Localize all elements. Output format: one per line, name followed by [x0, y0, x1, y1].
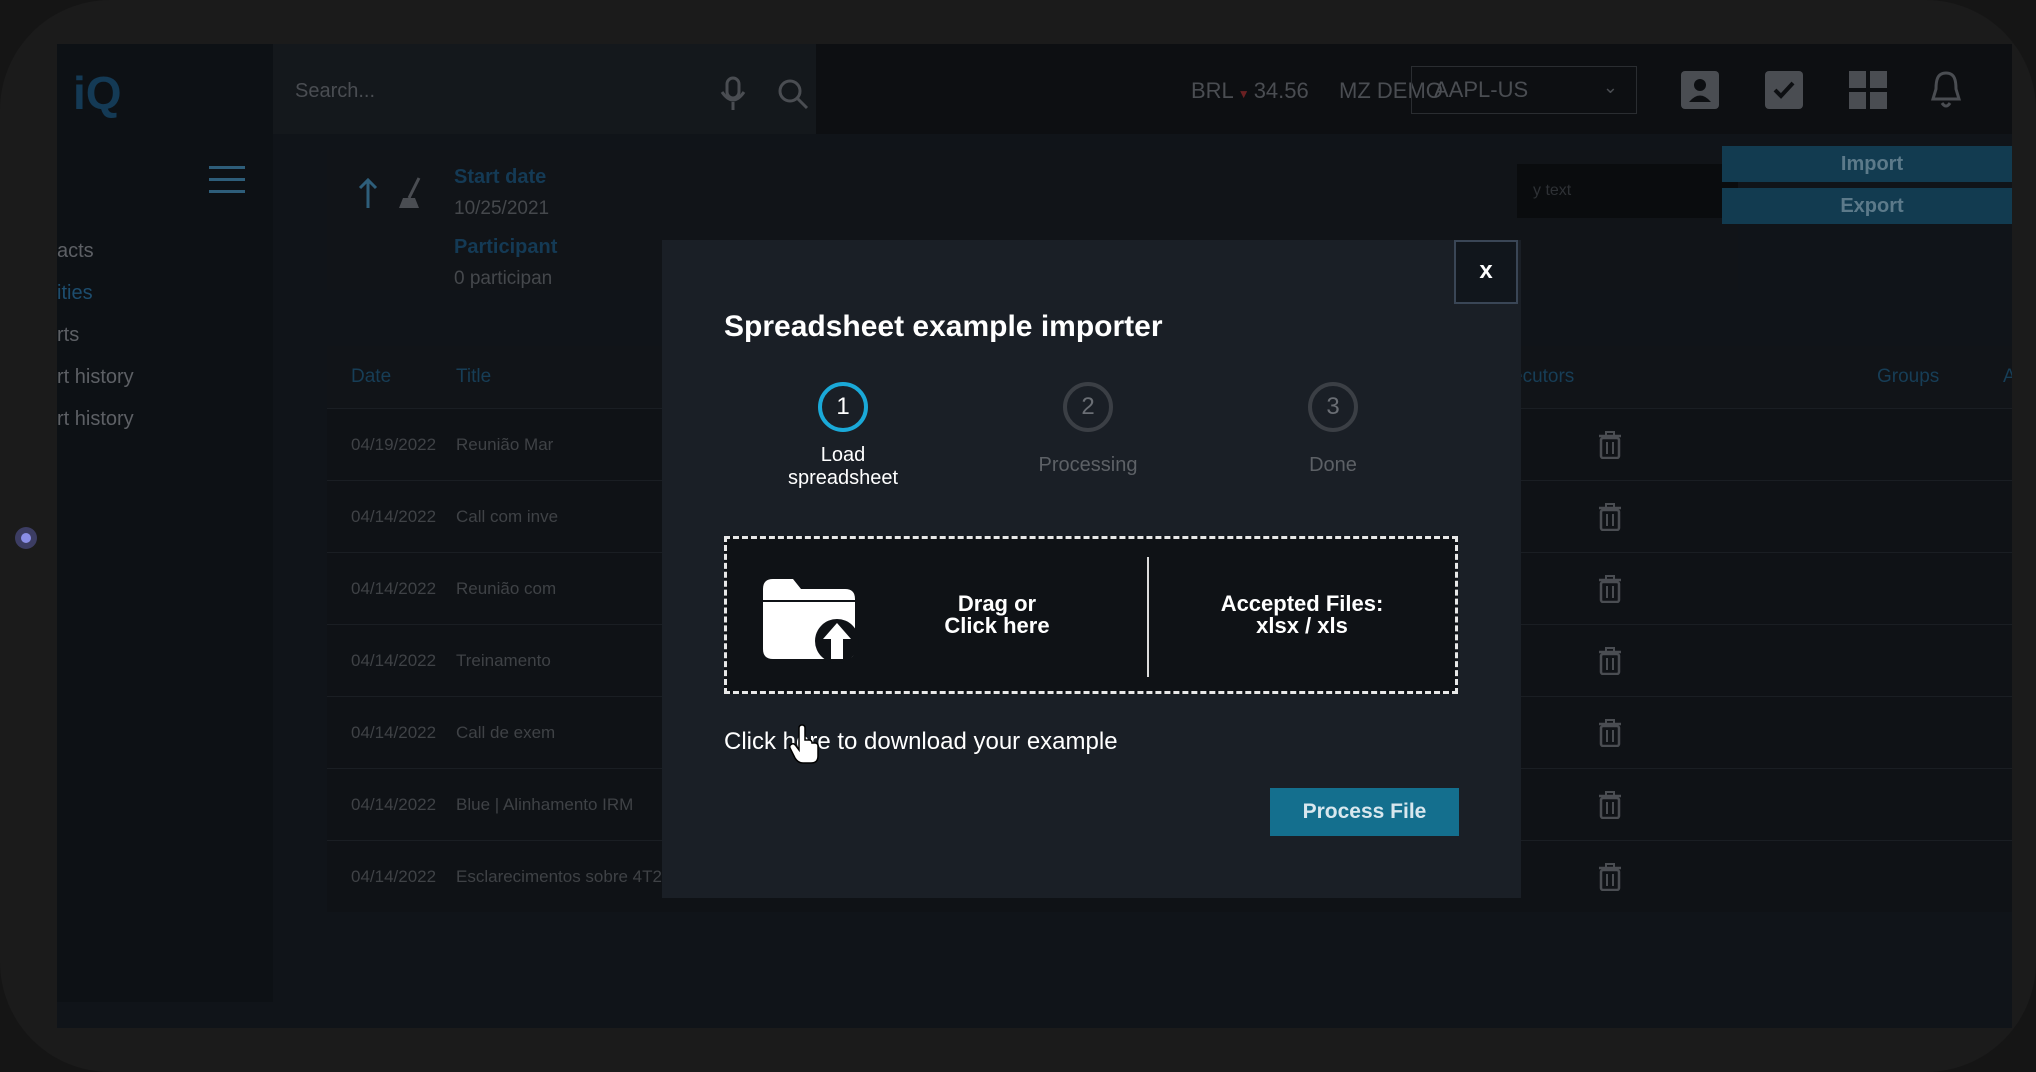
search-input[interactable]: [293, 72, 677, 110]
currency-indicator: BRL ▼ 34.56: [1191, 78, 1309, 104]
trash-icon[interactable]: [1597, 791, 1623, 819]
contacts-icon[interactable]: [1679, 69, 1721, 111]
notification-bell-icon[interactable]: [1925, 69, 1967, 111]
cell-title: Reunião Mar: [456, 435, 554, 454]
screen: iQ acts ities rts rt history rt history …: [57, 44, 2012, 1028]
trash-icon[interactable]: [1597, 503, 1623, 531]
currency-value: 34.56: [1253, 78, 1309, 103]
dropzone-divider: [1147, 557, 1149, 677]
topbar: BRL▼34.56 MZ DEMO AAPL-US⌄: [273, 44, 2012, 134]
sort-icon[interactable]: [355, 176, 381, 210]
device-frame: iQ acts ities rts rt history rt history …: [0, 0, 2036, 1072]
cell-date: 04/19/2022: [351, 435, 437, 454]
camera-dot: [15, 527, 37, 549]
sidebar-item-contacts[interactable]: acts: [57, 240, 94, 263]
start-date-value[interactable]: 10/25/2021: [454, 198, 549, 220]
text-filter-input[interactable]: y text: [1517, 164, 1738, 218]
step-2-label: Processing: [1038, 454, 1138, 476]
trash-icon[interactable]: [1597, 863, 1623, 891]
importer-modal: x Spreadsheet example importer 1 Load spr…: [662, 240, 1521, 898]
sidebar-item-reports[interactable]: rts: [57, 324, 79, 347]
ticker-select-value: AAPL-US: [1434, 77, 1529, 102]
file-dropzone[interactable]: Drag or Click here Accepted Files: xlsx / …: [724, 536, 1458, 694]
step-3-indicator: 3: [1308, 382, 1358, 432]
drag-text-line2: Click here: [944, 613, 1050, 638]
accepted-files-text: Accepted Files: xlsx / xls: [1167, 593, 1437, 637]
cell-title: Reunião com: [456, 579, 557, 598]
sidebar-item-activities[interactable]: ities: [57, 282, 93, 305]
header-executors[interactable]: ecutors: [1512, 366, 1574, 388]
menu-toggle-icon[interactable]: [209, 166, 245, 194]
drag-or-click-text: Drag or Click here: [877, 593, 1117, 637]
currency-code: BRL: [1191, 78, 1234, 103]
header-groups[interactable]: Groups: [1877, 366, 1939, 388]
close-button[interactable]: x: [1454, 240, 1518, 304]
participants-label: Participant: [454, 236, 558, 258]
cell-title: Esclarecimentos sobre 4T21: [456, 867, 672, 886]
import-button[interactable]: Import: [1722, 146, 2012, 182]
step-1-indicator: 1: [818, 382, 868, 432]
header-actions: Actions: [2003, 366, 2012, 387]
trash-icon[interactable]: [1597, 575, 1623, 603]
step-3-label: Done: [1309, 454, 1357, 476]
search-bar: [273, 44, 816, 134]
microphone-icon[interactable]: [713, 74, 753, 114]
cell-title: Blue | Alinhamento IRM: [456, 795, 634, 814]
cell-title: Call de exem: [456, 723, 556, 742]
cell-date: 04/14/2022: [351, 579, 437, 598]
trash-icon[interactable]: [1597, 719, 1623, 747]
download-example-link[interactable]: Click here to download your example: [724, 728, 1118, 756]
step-1-label-line1: Load: [820, 444, 866, 466]
down-arrow-icon: ▼: [1237, 87, 1250, 101]
start-date-label: Start date: [454, 166, 547, 188]
cell-date: 04/14/2022: [351, 507, 437, 526]
participants-value[interactable]: 0 participan: [454, 268, 552, 290]
trash-icon[interactable]: [1597, 431, 1623, 459]
header-title[interactable]: Title: [456, 366, 491, 388]
cell-date: 04/14/2022: [351, 867, 437, 886]
cell-title: Treinamento: [456, 651, 551, 670]
folder-upload-icon: [763, 579, 859, 663]
app-logo[interactable]: iQ: [73, 66, 122, 120]
accepted-files-line2: xlsx / xls: [1256, 613, 1348, 638]
tasks-icon[interactable]: [1763, 69, 1805, 111]
cell-title: Call com inve: [456, 507, 559, 526]
apps-grid-icon[interactable]: [1847, 69, 1889, 111]
header-date[interactable]: Date: [351, 366, 391, 388]
hand-cursor-icon: [789, 724, 819, 764]
modal-title: Spreadsheet example importer: [724, 310, 1163, 343]
sidebar-item-export-history[interactable]: rt history: [57, 366, 134, 389]
chevron-down-icon: ⌄: [1602, 77, 1618, 97]
step-2-indicator: 2: [1063, 382, 1113, 432]
export-button[interactable]: Export: [1722, 188, 2012, 224]
cell-date: 04/14/2022: [351, 723, 437, 742]
process-file-button[interactable]: Process File: [1270, 788, 1459, 836]
sidebar: iQ acts ities rts rt history rt history: [57, 44, 273, 1002]
step-1-label: Load spreadsheet: [743, 444, 943, 490]
clear-filter-icon[interactable]: [397, 176, 425, 210]
sidebar-item-import-history[interactable]: rt history: [57, 408, 134, 431]
step-1-label-line2: spreadsheet: [787, 467, 899, 489]
search-icon[interactable]: [773, 74, 813, 114]
ticker-select[interactable]: AAPL-US ⌄: [1411, 66, 1637, 114]
trash-icon[interactable]: [1597, 647, 1623, 675]
cell-date: 04/14/2022: [351, 795, 437, 814]
cell-date: 04/14/2022: [351, 651, 437, 670]
